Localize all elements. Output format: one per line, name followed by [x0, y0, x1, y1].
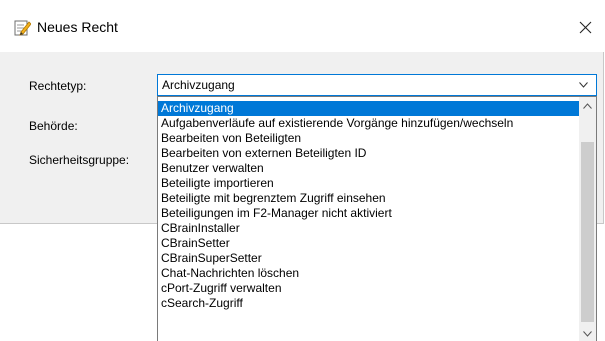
dropdown-option-beteiligte-importieren[interactable]: Beteiligte importieren	[158, 176, 580, 191]
dropdown-option-cport-zugriff[interactable]: cPort-Zugriff verwalten	[158, 281, 580, 296]
rechtetyp-selected-value: Archivzugang	[162, 78, 235, 92]
dropdown-option-chat-loeschen[interactable]: Chat-Nachrichten löschen	[158, 266, 580, 281]
chevron-down-icon	[583, 330, 592, 337]
scroll-up-button[interactable]	[579, 97, 596, 114]
vertical-scrollbar[interactable]	[579, 97, 596, 341]
dropdown-option-bearbeiten-externe-id[interactable]: Bearbeiten von externen Beteiligten ID	[158, 146, 580, 161]
dialog-title: Neues Recht	[37, 19, 118, 35]
dropdown-option-archivzugang[interactable]: Archivzugang	[158, 101, 580, 116]
edit-document-icon	[14, 20, 31, 36]
dropdown-option-beteiligte-begrenzt[interactable]: Beteiligte mit begrenztem Zugriff einseh…	[158, 191, 580, 206]
scroll-thumb[interactable]	[581, 142, 594, 322]
dropdown-option-aufgabenverlaeufe[interactable]: Aufgabenverläufe auf existierende Vorgän…	[158, 116, 580, 131]
dropdown-options: Archivzugang Aufgabenverläufe auf existi…	[158, 101, 580, 311]
title-bar[interactable]: Neues Recht	[0, 0, 604, 52]
close-button[interactable]	[566, 12, 604, 42]
rechtetyp-dropdown-list: Archivzugang Aufgabenverläufe auf existi…	[157, 96, 597, 341]
dropdown-option-cbrainsupersetter[interactable]: CBrainSuperSetter	[158, 251, 580, 266]
dropdown-option-benutzer-verwalten[interactable]: Benutzer verwalten	[158, 161, 580, 176]
chevron-up-icon	[583, 102, 592, 109]
behoerde-label: Behörde:	[29, 119, 78, 133]
dropdown-option-csearch-zugriff[interactable]: cSearch-Zugriff	[158, 296, 580, 311]
dropdown-option-cbrainsetter[interactable]: CBrainSetter	[158, 236, 580, 251]
close-icon	[579, 21, 591, 33]
rechtetyp-label: Rechtetyp:	[29, 79, 87, 93]
sicherheitsgruppe-label: Sicherheitsgruppe:	[29, 153, 130, 167]
scroll-down-button[interactable]	[579, 325, 596, 341]
dropdown-option-cbraininstaller[interactable]: CBrainInstaller	[158, 221, 580, 236]
dropdown-option-bearbeiten-beteiligten[interactable]: Bearbeiten von Beteiligten	[158, 131, 580, 146]
chevron-down-icon	[579, 82, 588, 88]
dropdown-option-beteiligungen-f2[interactable]: Beteiligungen im F2-Manager nicht aktivi…	[158, 206, 580, 221]
rechtetyp-combobox[interactable]: Archivzugang	[157, 74, 597, 96]
